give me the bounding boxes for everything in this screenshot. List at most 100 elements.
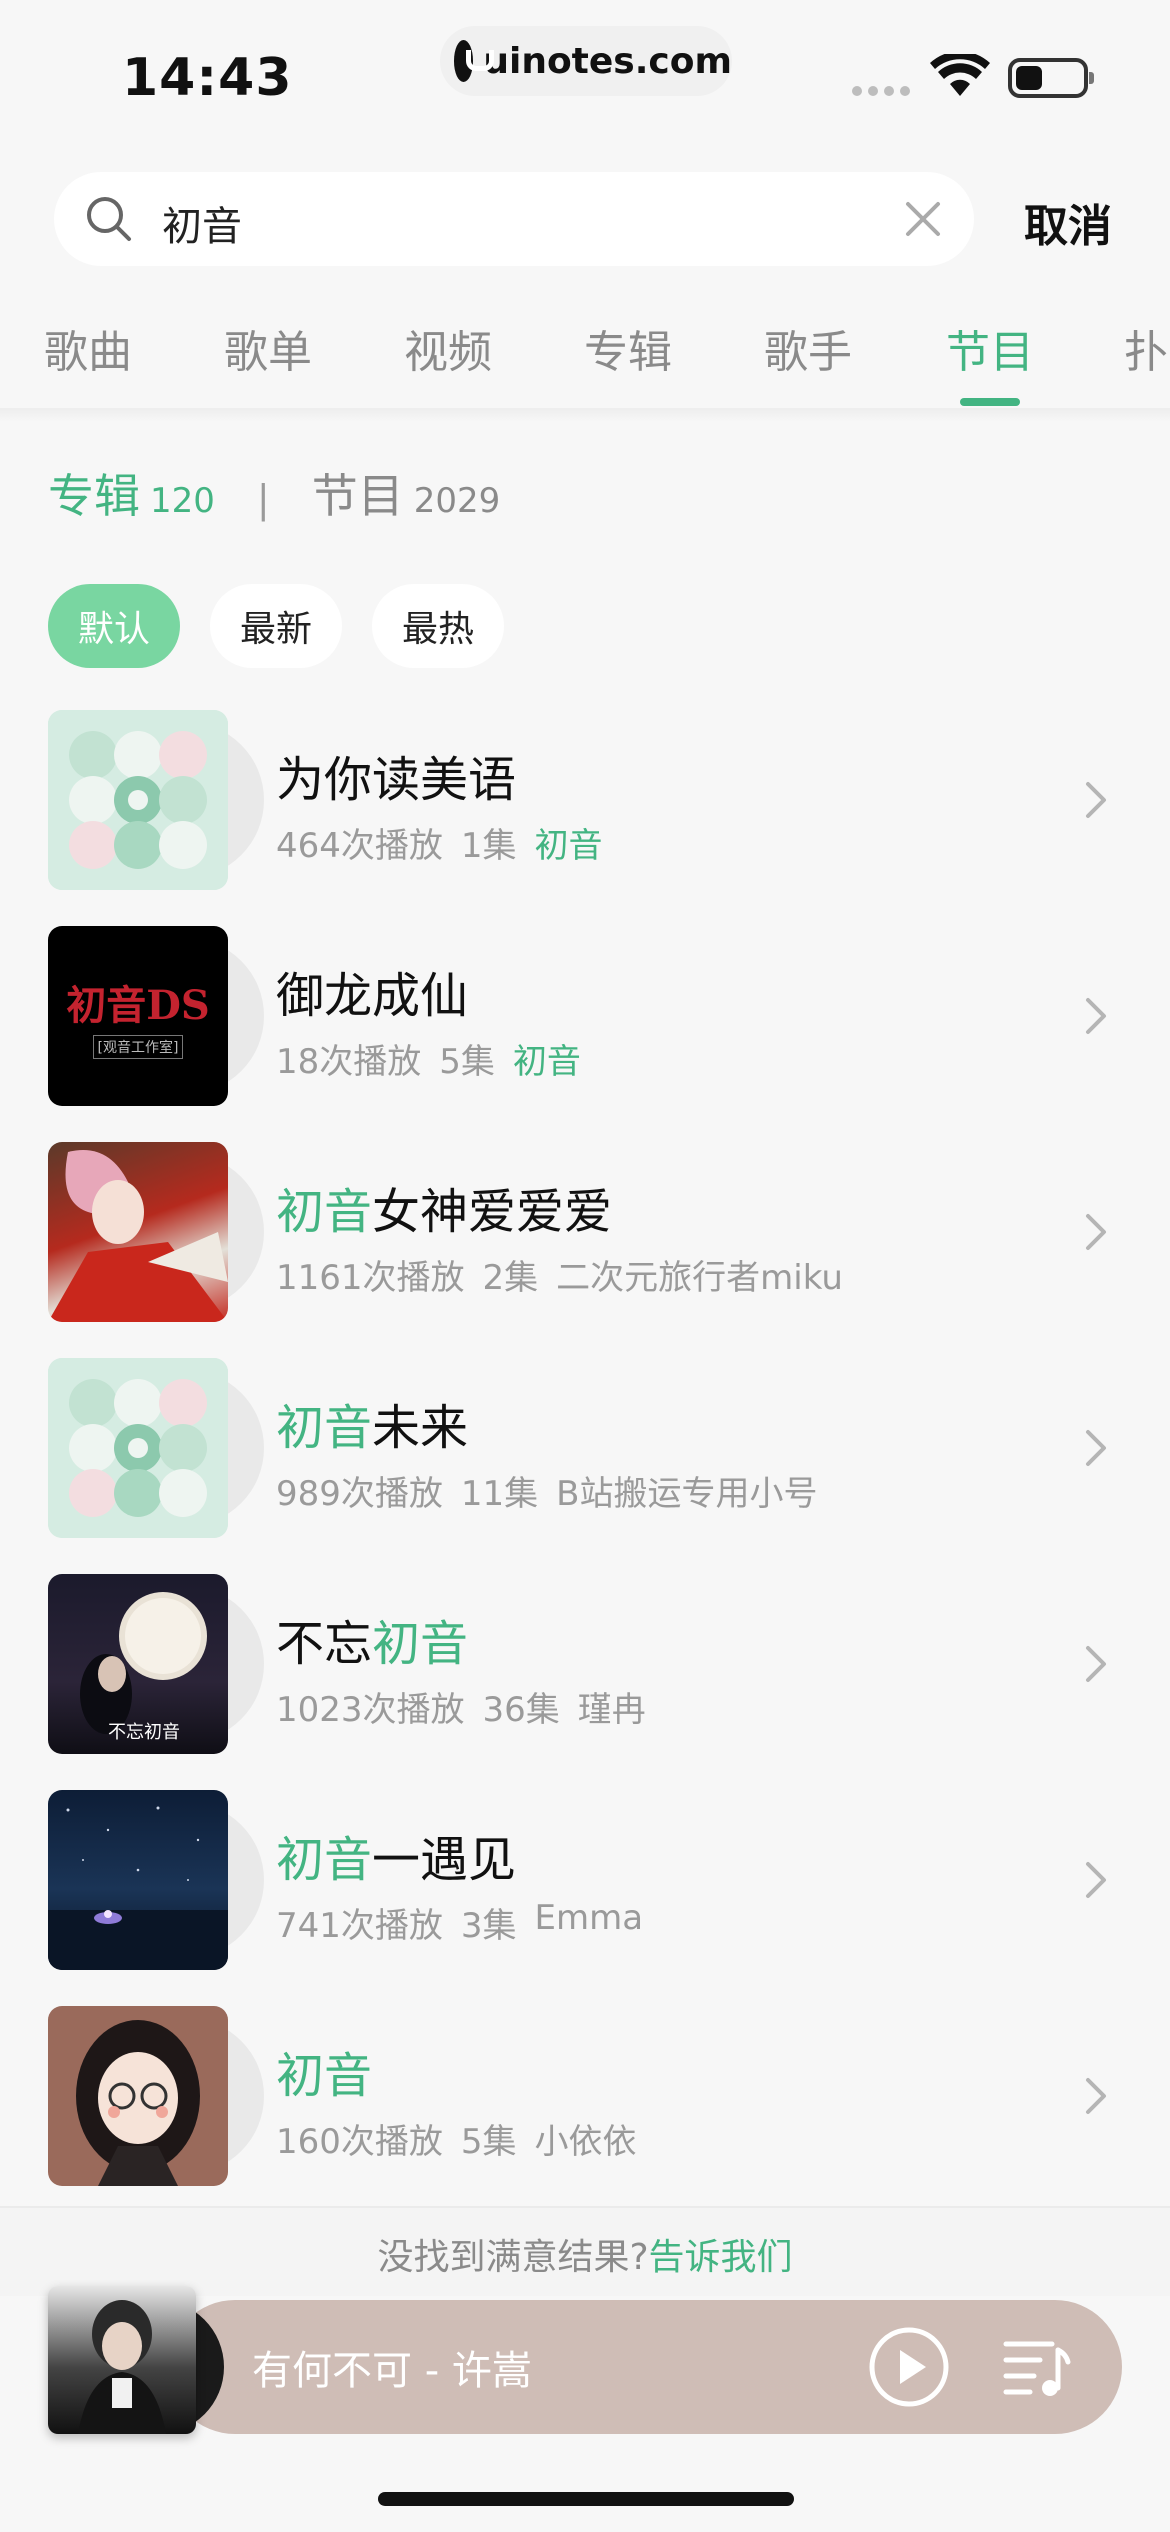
sort-chips: 默认 最新 最热 (48, 584, 505, 668)
cover-logo-text: 初音DS (66, 982, 210, 1029)
play-count: 18次播放 (276, 1042, 422, 1082)
category-divider: | (256, 477, 270, 521)
program-cover (48, 1142, 228, 1322)
play-count: 989次播放 (276, 1474, 443, 1514)
program-title: 为你读美语 (276, 740, 516, 810)
result-item[interactable]: 初音女神爱爱爱 1161次播放 2集 二次元旅行者miku (0, 1142, 1170, 1342)
cover-wrap (48, 1790, 264, 1970)
tab-more[interactable]: 扑 (1124, 316, 1168, 380)
home-indicator (378, 2492, 794, 2506)
program-author: 小依依 (534, 2122, 637, 2162)
result-item[interactable]: 初音一遇见 741次播放 3集 Emma (0, 1790, 1170, 1990)
chevron-right-icon (1086, 1862, 1106, 1898)
tab-playlists[interactable]: 歌单 (224, 316, 312, 380)
play-count: 1161次播放 (276, 1258, 465, 1298)
sort-hottest-chip[interactable]: 最热 (372, 584, 505, 668)
program-meta: 18次播放 5集 初音 (276, 1034, 581, 1083)
chevron-right-icon (1086, 2078, 1106, 2114)
title-text: 不忘 (276, 1616, 373, 1672)
site-logo-icon (454, 40, 495, 82)
title-text: 一遇见 (372, 1832, 517, 1888)
cover-wrap (48, 2006, 264, 2186)
search-icon (87, 197, 131, 241)
tab-artists[interactable]: 歌手 (764, 316, 852, 380)
title-text: 为你读美语 (276, 752, 517, 808)
tab-videos[interactable]: 视频 (404, 316, 492, 380)
program-title: 初音未来 (276, 1388, 468, 1458)
program-meta: 989次播放 11集 B站搬运专用小号 (276, 1466, 818, 1515)
battery-icon (1008, 58, 1094, 98)
episode-count: 36集 (482, 1690, 560, 1730)
category-album-count: 120 (150, 481, 215, 521)
program-meta: 1161次播放 2集 二次元旅行者miku (276, 1250, 843, 1299)
now-playing-title[interactable]: 有何不可 - 许嵩 (252, 2338, 532, 2396)
cancel-button[interactable]: 取消 (1024, 190, 1112, 254)
program-author: 初音 (534, 826, 603, 866)
tab-active-indicator (960, 398, 1020, 406)
title-highlight: 初音 (372, 1616, 469, 1672)
result-item[interactable]: 不忘初音 不忘初音 1023次播放 36集 瑾冉 (0, 1574, 1170, 1774)
chevron-right-icon (1086, 998, 1106, 1034)
play-icon[interactable] (868, 2326, 950, 2408)
program-cover: 初音DS [观音工作室] (48, 926, 228, 1106)
result-item[interactable]: 初音 160次播放 5集 小依依 (0, 2006, 1170, 2206)
tab-albums[interactable]: 专辑 (584, 316, 672, 380)
result-item[interactable]: 初音未来 989次播放 11集 B站搬运专用小号 (0, 1358, 1170, 1558)
cellular-signal-icon (852, 86, 910, 96)
chevron-right-icon (1086, 1214, 1106, 1250)
program-title: 不忘初音 (276, 1604, 468, 1674)
play-count: 160次播放 (276, 2122, 443, 2162)
playlist-icon[interactable] (1000, 2330, 1072, 2402)
title-text: 御龙成仙 (276, 968, 469, 1024)
player-cover-art[interactable] (48, 2286, 196, 2434)
episode-count: 5集 (439, 1042, 495, 1082)
chevron-right-icon (1086, 1646, 1106, 1682)
cover-wrap (48, 1142, 264, 1322)
episode-count: 3集 (460, 1906, 517, 1946)
program-author: 瑾冉 (577, 1690, 646, 1730)
play-count: 741次播放 (276, 1906, 443, 1946)
episode-count: 5集 (460, 2122, 517, 2162)
program-cover (48, 2006, 228, 2186)
clear-icon[interactable] (902, 198, 944, 240)
search-input[interactable]: 初音 (162, 194, 242, 252)
chevron-right-icon (1086, 782, 1106, 818)
tab-bar-shadow (0, 408, 1170, 422)
url-text: uinotes.com (483, 40, 732, 82)
program-cover (48, 1358, 228, 1538)
program-title: 初音一遇见 (276, 1820, 516, 1890)
play-count: 464次播放 (276, 826, 443, 866)
result-item[interactable]: 为你读美语 464次播放 1集 初音 (0, 710, 1170, 910)
sort-newest-chip[interactable]: 最新 (210, 584, 343, 668)
title-highlight: 初音 (276, 1184, 373, 1240)
cover-wrap: 不忘初音 (48, 1574, 264, 1754)
category-program-count: 2029 (413, 481, 501, 521)
program-meta: 741次播放 3集 Emma (276, 1898, 643, 1947)
program-cover (48, 1790, 228, 1970)
program-meta: 160次播放 5集 小依依 (276, 2114, 637, 2163)
program-title: 初音女神爱爱爱 (276, 1172, 612, 1242)
program-cover: 不忘初音 (48, 1574, 228, 1754)
url-pill: uinotes.com (440, 26, 732, 96)
program-cover (48, 710, 228, 890)
result-item[interactable]: 初音DS [观音工作室] 御龙成仙 18次播放 5集 初音 (0, 926, 1170, 1126)
title-text: 未来 (372, 1400, 469, 1456)
episode-count: 2集 (482, 1258, 539, 1298)
cover-wrap (48, 1358, 264, 1538)
sort-default-chip[interactable]: 默认 (48, 584, 181, 668)
feedback-link[interactable]: 告诉我们 (649, 2237, 793, 2278)
title-text: 女神爱爱爱 (372, 1184, 613, 1240)
chevron-right-icon (1086, 1430, 1106, 1466)
feedback-note: 没找到满意结果?告诉我们 (0, 2206, 1170, 2296)
title-highlight: 初音 (276, 2048, 373, 2104)
program-meta: 464次播放 1集 初音 (276, 818, 603, 867)
program-title: 御龙成仙 (276, 956, 468, 1026)
cover-art-text: 不忘初音 (108, 1722, 180, 1743)
tab-bar: 歌曲 歌单 视频 专辑 歌手 节目 扑 (0, 308, 1170, 408)
program-author: Emma (534, 1898, 644, 1938)
tab-songs[interactable]: 歌曲 (44, 316, 132, 380)
category-album-label[interactable]: 专辑 (48, 460, 140, 526)
tab-programs[interactable]: 节目 (946, 316, 1034, 380)
category-program-label[interactable]: 节目 (312, 460, 404, 526)
search-bar[interactable]: 初音 (54, 172, 974, 266)
